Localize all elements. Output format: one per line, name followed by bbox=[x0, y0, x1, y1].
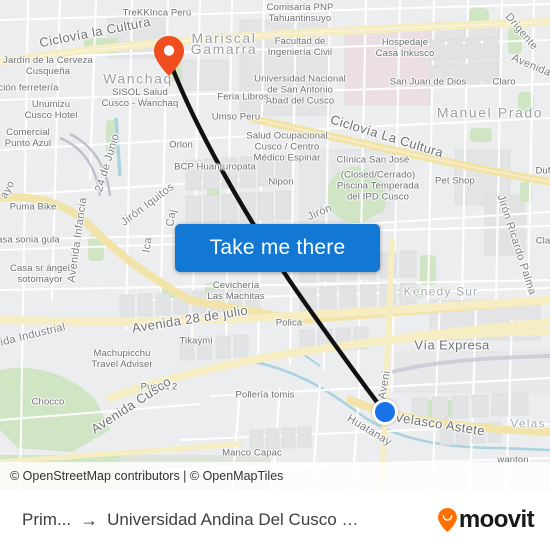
route-summary[interactable]: Prim... → Universidad Andina Del Cusco -… bbox=[0, 510, 438, 530]
map-pin-icon[interactable] bbox=[154, 36, 184, 76]
map-canvas[interactable]: TreKKInca Perú Comisaría PNP Tahuantinsuy… bbox=[0, 0, 550, 490]
destination-dot-icon[interactable] bbox=[372, 399, 398, 425]
moovit-logo[interactable]: moovit bbox=[437, 506, 550, 534]
arrow-right-icon: → bbox=[80, 510, 99, 530]
attribution-text: © OpenStreetMap contributors | © OpenMap… bbox=[10, 469, 284, 483]
map-attribution: © OpenStreetMap contributors | © OpenMap… bbox=[0, 462, 550, 490]
moovit-pin-icon bbox=[437, 508, 457, 532]
moovit-map-screen: TreKKInca Perú Comisaría PNP Tahuantinsuy… bbox=[0, 0, 550, 550]
route-origin-label: Prim... bbox=[22, 510, 72, 529]
take-me-there-button[interactable]: Take me there bbox=[175, 224, 380, 272]
moovit-wordmark: moovit bbox=[458, 506, 535, 533]
route-destination-label: Universidad Andina Del Cusco - Centro De… bbox=[107, 510, 359, 529]
bottom-bar: Prim... → Universidad Andina Del Cusco -… bbox=[0, 490, 550, 550]
